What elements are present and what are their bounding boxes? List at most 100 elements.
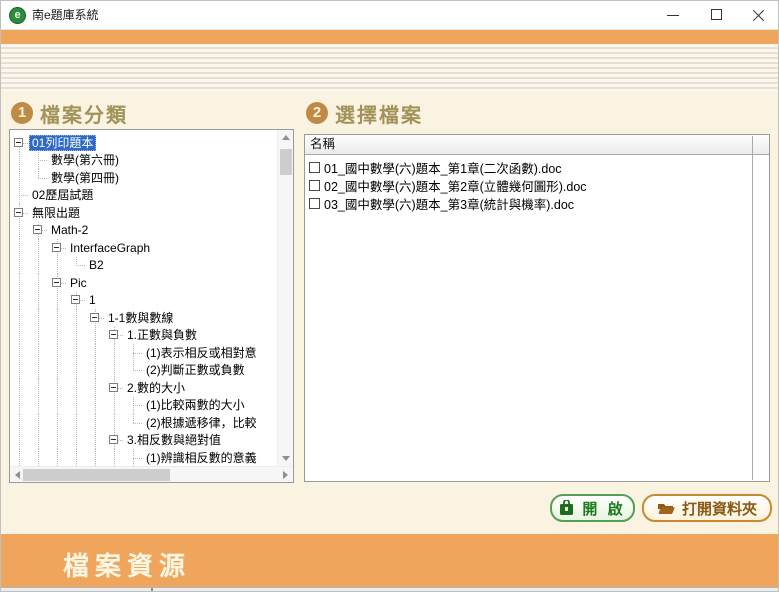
tree-guide-line [67, 362, 86, 380]
tree-node-label[interactable]: (2)根據遞移律，比較 [143, 415, 260, 431]
tree-guide-line [10, 432, 29, 450]
tree-guide-line [86, 344, 105, 362]
section-header-select-file: 2 選擇檔案 [306, 100, 423, 126]
collapse-icon[interactable] [90, 313, 99, 322]
tree-horizontal-scrollbar[interactable] [10, 466, 293, 482]
tree-guide-line [29, 432, 48, 450]
tree-node[interactable]: Math-2 [10, 222, 277, 240]
close-button[interactable] [742, 1, 776, 29]
minimize-button[interactable] [656, 1, 690, 29]
collapse-icon[interactable] [52, 243, 61, 252]
tree-guide-line [29, 344, 48, 362]
tree-node[interactable]: (1)表示相反或相對意 [10, 344, 277, 362]
tree-guide-line [10, 169, 29, 187]
tree-node-label[interactable]: 3.相反數與絕對值 [124, 432, 224, 448]
tree-guide-line [10, 274, 29, 292]
collapse-icon[interactable] [14, 138, 23, 147]
scroll-left-icon[interactable] [15, 471, 20, 479]
tree-node[interactable]: 1-1數與數線 [10, 309, 277, 327]
collapse-icon[interactable] [33, 225, 42, 234]
titlebar: e 南e題庫系統 [1, 1, 779, 30]
tree-connector [124, 397, 143, 415]
scroll-right-icon[interactable] [283, 471, 288, 479]
file-row[interactable]: 01_國中數學(六)題本_第1章(二次函數).doc [305, 158, 769, 176]
tree-node-label[interactable]: 2.數的大小 [124, 380, 188, 396]
open-button[interactable]: 開 啟 [550, 494, 635, 522]
collapse-icon[interactable] [52, 278, 61, 287]
tree-node-label[interactable]: 數學(第六冊) [48, 152, 122, 168]
tree-node-label[interactable]: Math-2 [48, 222, 91, 238]
tree-guide-line [86, 379, 105, 397]
tree-node-label[interactable]: 01列印題本 [29, 135, 96, 151]
scroll-down-icon[interactable] [282, 456, 290, 461]
tree-guide-line [10, 344, 29, 362]
tree-guide-line [105, 414, 124, 432]
tree-guide-line [67, 379, 86, 397]
tree-node[interactable]: 01列印題本 [10, 134, 277, 152]
collapse-icon[interactable] [109, 435, 118, 444]
file-checkbox[interactable] [309, 198, 320, 209]
file-checkbox[interactable] [309, 162, 320, 173]
tree-guide-line [29, 449, 48, 466]
file-checkbox[interactable] [309, 180, 320, 191]
tree-guide-line [10, 449, 29, 466]
tree-vertical-scrollbar[interactable] [277, 130, 293, 466]
open-folder-button[interactable]: 打開資料夾 [642, 494, 772, 522]
scroll-up-icon[interactable] [282, 135, 290, 140]
tree-connector [29, 169, 48, 187]
tree-guide-line [29, 327, 48, 345]
collapse-icon[interactable] [14, 208, 23, 217]
tree-guide-line [48, 257, 67, 275]
tree-node[interactable]: B2 [10, 257, 277, 275]
list-column-header[interactable]: 名稱 [305, 135, 769, 155]
tree-node[interactable]: Pic [10, 274, 277, 292]
tree-node-label[interactable]: Pic [67, 275, 90, 291]
maximize-button[interactable] [700, 1, 734, 29]
section-title-classification: 檔案分類 [40, 99, 128, 128]
file-row[interactable]: 02_國中數學(六)題本_第2章(立體幾何圖形).doc [305, 176, 769, 194]
tree-node-label[interactable]: 1.正數與負數 [124, 327, 200, 343]
vertical-scroll-thumb[interactable] [280, 149, 292, 175]
tree-node-label[interactable]: 數學(第四冊) [48, 170, 122, 186]
tree-node[interactable]: (2)判斷正數或負數 [10, 362, 277, 380]
tree-guide-line [48, 397, 67, 415]
tree-node[interactable]: 2.數的大小 [10, 379, 277, 397]
tree-node-label[interactable]: 無限出題 [29, 205, 83, 221]
tree-node-label[interactable]: 1 [86, 292, 99, 308]
tree-node-label[interactable]: 02歷屆試題 [29, 187, 96, 203]
step-2-badge: 2 [306, 102, 328, 124]
tree-node[interactable]: 無限出題 [10, 204, 277, 222]
minus-glyph [35, 229, 40, 230]
tree-node-label[interactable]: B2 [86, 257, 107, 273]
collapse-icon[interactable] [109, 330, 118, 339]
tree-guide-line [10, 152, 29, 170]
tree-node[interactable]: 1.正數與負數 [10, 327, 277, 345]
tree-node[interactable]: 數學(第六冊) [10, 152, 277, 170]
file-row[interactable]: 03_國中數學(六)題本_第3章(統計與機率).doc [305, 194, 769, 212]
striped-divider [1, 44, 779, 92]
tree-node[interactable]: InterfaceGraph [10, 239, 277, 257]
tree-guide-line [29, 274, 48, 292]
file-list: 01_國中數學(六)題本_第1章(二次函數).doc02_國中數學(六)題本_第… [305, 156, 769, 481]
tree-guide-line [105, 397, 124, 415]
tree-node[interactable]: 數學(第四冊) [10, 169, 277, 187]
tree-node-label[interactable]: (1)辨識相反數的意義 [143, 450, 260, 466]
tree-node-label[interactable]: (2)判斷正數或負數 [143, 362, 248, 378]
horizontal-scroll-thumb[interactable] [23, 469, 170, 481]
tree-node[interactable]: (1)比較兩數的大小 [10, 397, 277, 415]
collapse-icon[interactable] [109, 383, 118, 392]
tree-guide-line [48, 379, 67, 397]
orange-band [1, 30, 779, 44]
tree-guide-line [10, 414, 29, 432]
tree-node[interactable]: (2)根據遞移律，比較 [10, 414, 277, 432]
tree-node[interactable]: 1 [10, 292, 277, 310]
collapse-icon[interactable] [71, 295, 80, 304]
tree-node-label[interactable]: 1-1數與數線 [105, 310, 176, 326]
tree-node[interactable]: 02歷屆試題 [10, 187, 277, 205]
tree-node[interactable]: (1)辨識相反數的意義 [10, 449, 277, 466]
tree-node-label[interactable]: InterfaceGraph [67, 240, 153, 256]
tree-guide-line [29, 257, 48, 275]
tree-node-label[interactable]: (1)表示相反或相對意 [143, 345, 260, 361]
tree-node[interactable]: 3.相反數與絕對值 [10, 432, 277, 450]
tree-node-label[interactable]: (1)比較兩數的大小 [143, 397, 248, 413]
